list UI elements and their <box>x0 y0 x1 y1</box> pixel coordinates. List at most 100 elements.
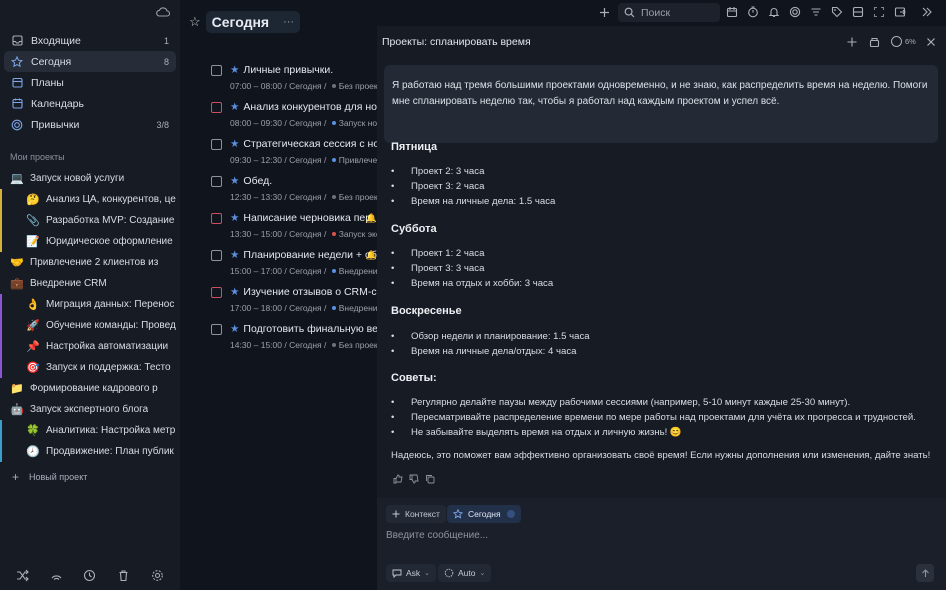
project-emoji-icon: 🕗 <box>26 445 40 458</box>
subproject-item[interactable]: 👌 Миграция данных: Перенос <box>0 294 180 315</box>
today-title[interactable]: Сегодня ··· <box>205 11 301 33</box>
task-checkbox[interactable] <box>211 65 222 76</box>
task-item[interactable]: ★ Личные привычки. 07:00 – 08:00 / Сегодня… <box>210 64 377 101</box>
subproject-item[interactable]: 🎯 Запуск и поддержка: Тесто <box>0 357 180 378</box>
message-composer: Контекст Сегодня Введите сообщение... As… <box>377 498 946 590</box>
target-icon[interactable] <box>789 6 801 18</box>
task-item[interactable]: ★ Написание черновика пер 13:30 – 15:00 / … <box>210 212 377 249</box>
task-item[interactable]: ★ Изучение отзывов о CRM-сис 17:00 – 18:00… <box>210 286 377 323</box>
thumbs-down-icon[interactable] <box>409 474 419 484</box>
filter-icon[interactable] <box>810 6 822 18</box>
task-time: 15:00 – 17:00 / Сегодня <box>230 266 322 276</box>
task-checkbox[interactable] <box>211 213 222 224</box>
export-icon[interactable] <box>894 6 906 18</box>
project-emoji-icon: 🤝 <box>10 256 24 269</box>
project-label: Анализ ЦА, конкурентов, це <box>46 194 176 205</box>
thumbs-up-icon[interactable] <box>393 474 403 484</box>
subproject-item[interactable]: 🍀 Аналитика: Настройка метр <box>0 420 180 441</box>
new-project-label: Новый проект <box>29 472 88 482</box>
today-context-chip[interactable]: Сегодня <box>447 505 521 523</box>
project-item[interactable]: 💻 Запуск новой услуги <box>0 168 180 189</box>
task-item[interactable]: ★Анализ конкурентов для нового 08:00 – 09… <box>210 101 377 138</box>
task-item[interactable]: ★ Подготовить финальную верс 14:30 – 15:00… <box>210 323 377 360</box>
remove-chip-icon[interactable] <box>506 510 515 518</box>
chevron-down-icon: ⌄ <box>424 570 431 577</box>
project-item[interactable]: 🤖 Запуск экспертного блога <box>0 399 180 420</box>
task-time: 12:30 – 13:30 / Сегодня <box>230 192 322 202</box>
answer-list-text: Проект 3: 3 часа <box>411 263 485 274</box>
task-checkbox[interactable] <box>211 139 222 150</box>
shuffle-icon[interactable] <box>16 568 30 582</box>
star-icon: ☆ <box>189 14 201 29</box>
plus-icon[interactable] <box>598 6 610 18</box>
subproject-item[interactable]: 📌 Настройка автоматизации <box>0 336 180 357</box>
tag-icon[interactable] <box>831 6 843 18</box>
sidebar-item-calendar[interactable]: Календарь <box>4 93 176 114</box>
close-icon[interactable] <box>925 36 937 48</box>
sidebar-item-star[interactable]: Сегодня 8 <box>4 51 176 72</box>
task-checkbox[interactable] <box>211 324 222 335</box>
new-project-button[interactable]: + Новый проект <box>0 466 180 488</box>
answer-list-item: Проект 1: 2 часа <box>391 248 484 259</box>
project-emoji-icon: 🚀 <box>26 319 40 332</box>
sidebar-item-plans[interactable]: Планы <box>4 72 176 93</box>
task-checkbox[interactable] <box>211 176 222 187</box>
task-checkbox[interactable] <box>211 102 222 113</box>
mode-select[interactable]: Ask ⌄ <box>386 564 437 582</box>
cloud-sync-icon[interactable] <box>156 6 171 17</box>
task-time: 09:30 – 12:30 / Сегодня <box>230 155 322 165</box>
history-icon[interactable] <box>83 568 97 582</box>
today-chip-label: Сегодня <box>468 509 501 519</box>
project-item[interactable]: 💼 Внедрение CRM <box>0 273 180 294</box>
task-item[interactable]: ★Стратегическая сессия с новой 09:30 – 12… <box>210 138 377 175</box>
model-select[interactable]: Auto ⌄ <box>438 564 492 582</box>
arrow-up-icon <box>921 568 929 577</box>
sidebar: Входящие 1 Сегодня 8 Планы Календарь Привычки 3… <box>0 0 180 590</box>
user-message: Я работаю над тремя большими проектами о… <box>384 65 938 143</box>
subproject-item[interactable]: 📝 Юридическое оформление <box>0 231 180 252</box>
signal-icon[interactable] <box>49 568 63 582</box>
task-project: Внедрени <box>338 266 377 276</box>
task-time: 14:30 – 15:00 / Сегодня <box>230 340 322 350</box>
timer-icon[interactable] <box>747 6 759 18</box>
subproject-item[interactable]: 🚀 Обучение команды: Провед <box>0 315 180 336</box>
collapse-panel-icon[interactable] <box>920 6 932 18</box>
answer-list-text: Не забывайте выделять время на отдых и л… <box>411 427 682 438</box>
task-item[interactable]: ★ Планирование недели + обе 15:00 – 17:00 … <box>210 249 377 286</box>
layers-icon[interactable] <box>852 6 864 18</box>
task-checkbox[interactable] <box>211 287 222 298</box>
message-input[interactable]: Введите сообщение... <box>386 530 488 541</box>
star-icon: ★ <box>230 175 240 187</box>
focus-icon[interactable] <box>873 6 885 18</box>
bell-icon[interactable] <box>768 6 780 18</box>
star-icon: ★ <box>230 101 240 113</box>
calendar-icon[interactable] <box>726 6 738 18</box>
sidebar-item-habits[interactable]: Привычки 3/8 <box>4 114 176 135</box>
task-checkbox[interactable] <box>211 250 222 261</box>
project-label: Запуск новой услуги <box>30 173 125 184</box>
task-item[interactable]: ★ Обед. 12:30 – 13:30 / Сегодня / Без прое… <box>210 175 377 212</box>
archive-icon[interactable] <box>868 36 880 48</box>
model-label: Auto <box>458 568 476 578</box>
subproject-item[interactable]: 🕗 Продвижение: План публик <box>0 441 180 462</box>
project-dot-icon <box>331 121 336 126</box>
subproject-item[interactable]: 🤔 Анализ ЦА, конкурентов, це <box>0 189 180 210</box>
search-input[interactable]: Поиск <box>618 3 720 22</box>
more-icon[interactable]: ··· <box>283 16 294 28</box>
star-icon: ★ <box>230 286 240 298</box>
settings-gear-icon[interactable] <box>150 568 164 582</box>
copy-icon[interactable] <box>425 474 435 484</box>
project-item[interactable]: 📁 Формирование кадрового р <box>0 378 180 399</box>
project-emoji-icon: 🍀 <box>26 424 40 437</box>
plus-icon <box>392 510 400 518</box>
sidebar-item-inbox[interactable]: Входящие 1 <box>4 30 176 51</box>
subproject-item[interactable]: 📎 Разработка MVP: Создание <box>0 210 180 231</box>
trash-icon[interactable] <box>117 568 131 582</box>
model-icon <box>444 568 454 578</box>
chevron-down-icon: ⌄ <box>479 570 486 577</box>
project-item[interactable]: 🤝 Привлечение 2 клиентов из <box>0 252 180 273</box>
context-chip[interactable]: Контекст <box>386 505 446 523</box>
new-chat-plus-icon[interactable] <box>846 36 858 48</box>
send-button[interactable] <box>916 564 934 582</box>
answer-list-item: Проект 2: 3 часа <box>391 166 484 177</box>
